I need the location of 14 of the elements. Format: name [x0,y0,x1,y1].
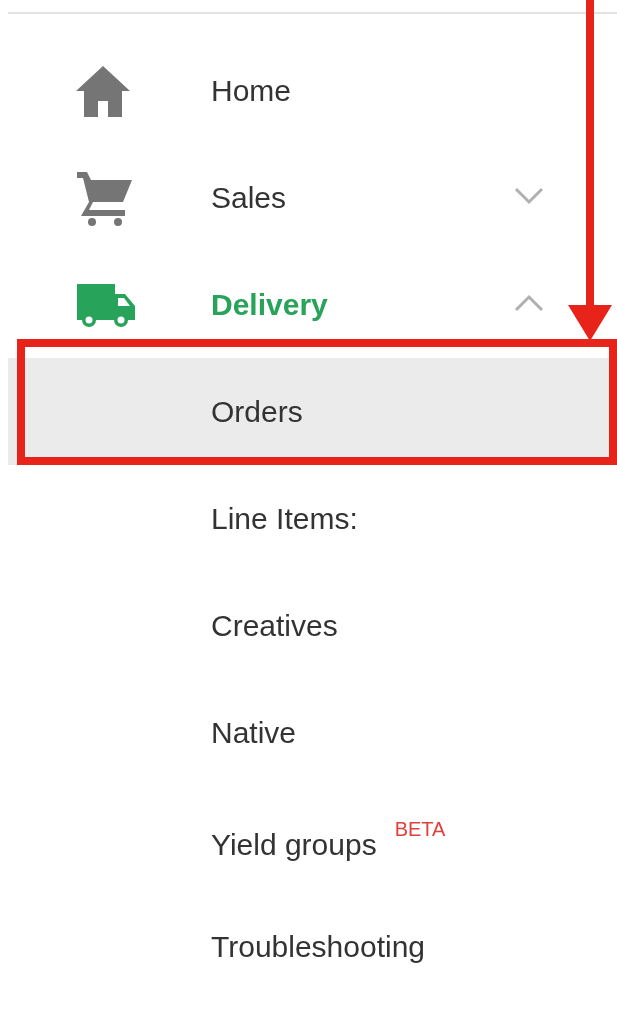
chevron-up-icon[interactable] [513,292,545,313]
beta-tag: BETA [394,818,446,841]
nav-item[interactable]: Sales [211,180,287,215]
nav-subitem[interactable]: Native [211,715,297,750]
nav-item[interactable]: Home [211,73,292,108]
nav-subitem[interactable]: Troubleshooting [211,929,426,964]
truck-icon [75,281,137,328]
nav-subitem[interactable]: Line Items: [211,501,358,536]
home-icon [75,63,131,118]
cart-icon [75,169,133,226]
chevron-down-icon[interactable] [513,185,545,206]
nav-subitem[interactable]: Orders [211,394,303,429]
nav-subitem[interactable]: Creatives [211,608,338,643]
nav-subitem[interactable]: Yield groups [211,827,377,862]
